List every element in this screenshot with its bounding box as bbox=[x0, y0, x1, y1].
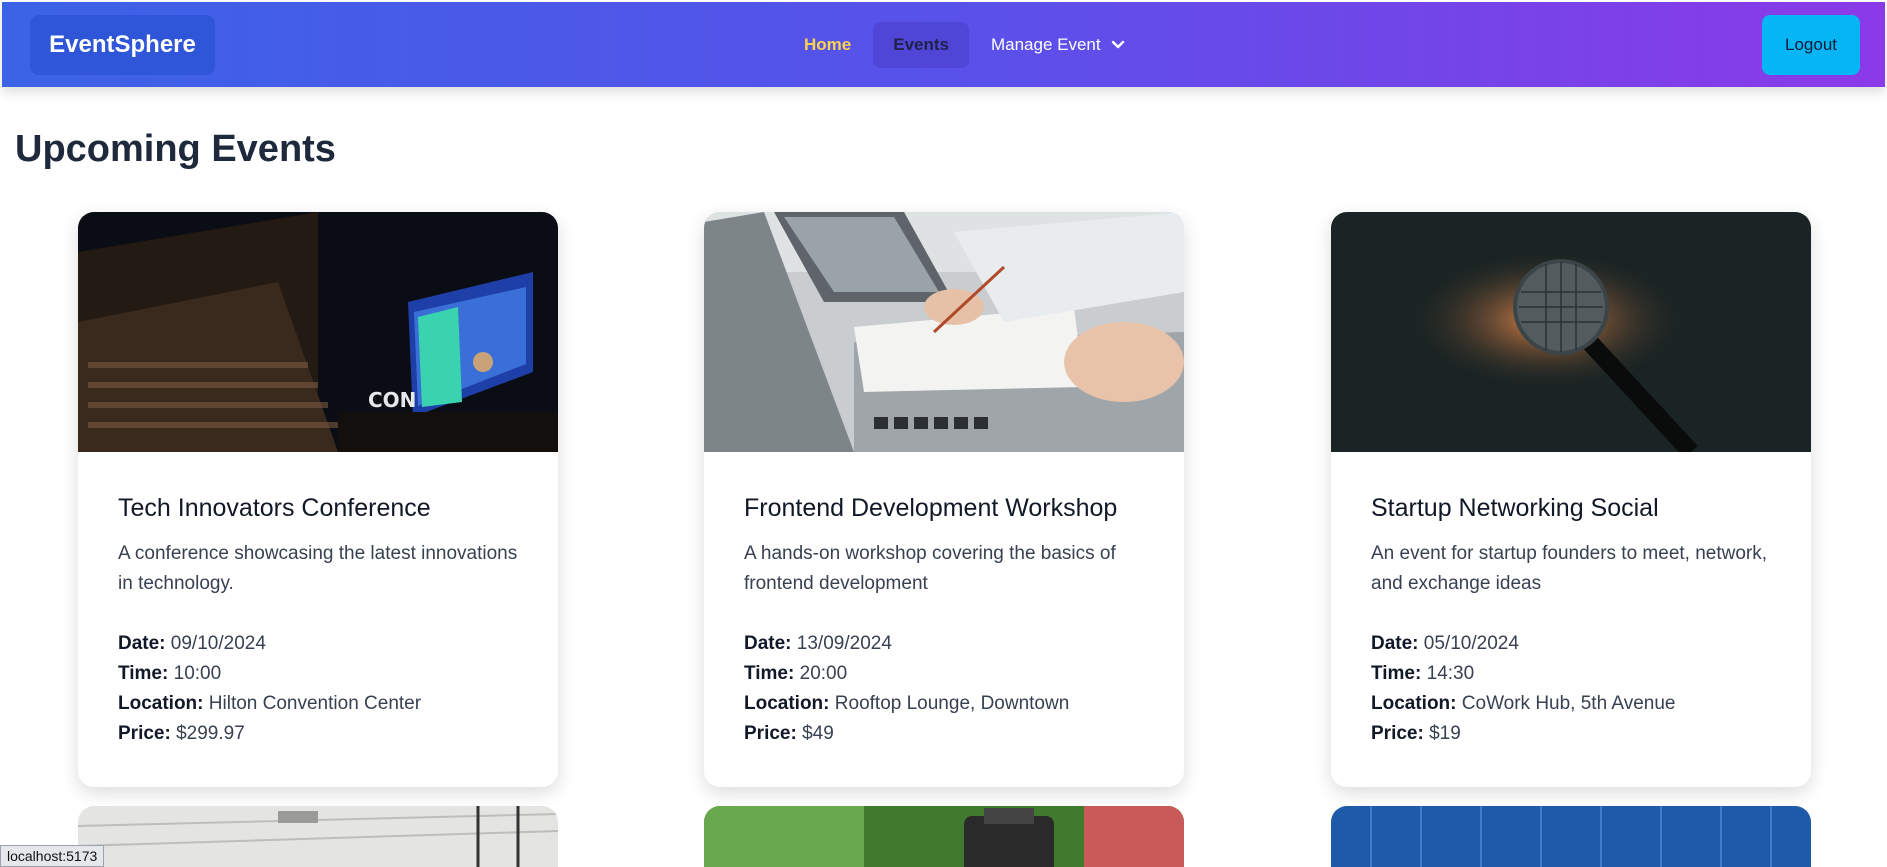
event-description: A hands-on workshop covering the basics … bbox=[744, 543, 1116, 594]
event-location: Location: CoWork Hub, 5th Avenue bbox=[1371, 693, 1676, 714]
event-date: Date: 05/10/2024 bbox=[1371, 633, 1519, 654]
nav-link-events[interactable]: Events bbox=[873, 22, 969, 68]
event-card[interactable]: Startup Networking Social An event for s… bbox=[1331, 212, 1811, 787]
event-image-microphone bbox=[1331, 212, 1811, 452]
event-image-workshop bbox=[704, 212, 1184, 452]
event-title: Tech Innovators Conference bbox=[118, 494, 431, 522]
event-price: Price: $49 bbox=[744, 723, 834, 744]
navbar: EventSphere Home Events Manage Event Log… bbox=[2, 2, 1885, 87]
event-date: Date: 09/10/2024 bbox=[118, 633, 266, 654]
page-title: Upcoming Events bbox=[15, 128, 336, 170]
event-card-partial[interactable] bbox=[1331, 806, 1811, 867]
event-date: Date: 13/09/2024 bbox=[744, 633, 892, 654]
logout-button[interactable]: Logout bbox=[1762, 15, 1860, 75]
nav-links: Home Events Manage Event bbox=[784, 22, 1145, 68]
chevron-down-icon bbox=[1111, 35, 1125, 55]
event-card-partial[interactable] bbox=[704, 806, 1184, 867]
event-price: Price: $19 bbox=[1371, 723, 1461, 744]
nav-dropdown-label: Manage Event bbox=[990, 35, 1101, 54]
event-card-partial[interactable] bbox=[78, 806, 558, 867]
brand-logo[interactable]: EventSphere bbox=[30, 15, 215, 75]
event-location: Location: Rooftop Lounge, Downtown bbox=[744, 693, 1070, 714]
event-time: Time: 20:00 bbox=[744, 663, 848, 684]
svg-text:CON: CON bbox=[368, 388, 416, 412]
status-bar-url: localhost:5173 bbox=[0, 845, 105, 867]
event-title: Frontend Development Workshop bbox=[744, 494, 1118, 522]
event-description: An event for startup founders to meet, n… bbox=[1371, 543, 1768, 594]
event-image-conference: CON bbox=[78, 212, 558, 452]
event-time: Time: 10:00 bbox=[118, 663, 222, 684]
event-price: Price: $299.97 bbox=[118, 723, 245, 744]
event-card[interactable]: Frontend Development Workshop A hands-on… bbox=[704, 212, 1184, 787]
event-card[interactable]: CON Tech Innovators Conference A confere… bbox=[78, 212, 558, 787]
event-description: A conference showcasing the latest innov… bbox=[118, 543, 518, 594]
event-time: Time: 14:30 bbox=[1371, 663, 1475, 684]
event-title: Startup Networking Social bbox=[1371, 494, 1659, 522]
nav-dropdown-manage-event[interactable]: Manage Event bbox=[971, 22, 1145, 68]
event-location: Location: Hilton Convention Center bbox=[118, 693, 422, 714]
nav-link-home[interactable]: Home bbox=[784, 22, 871, 68]
